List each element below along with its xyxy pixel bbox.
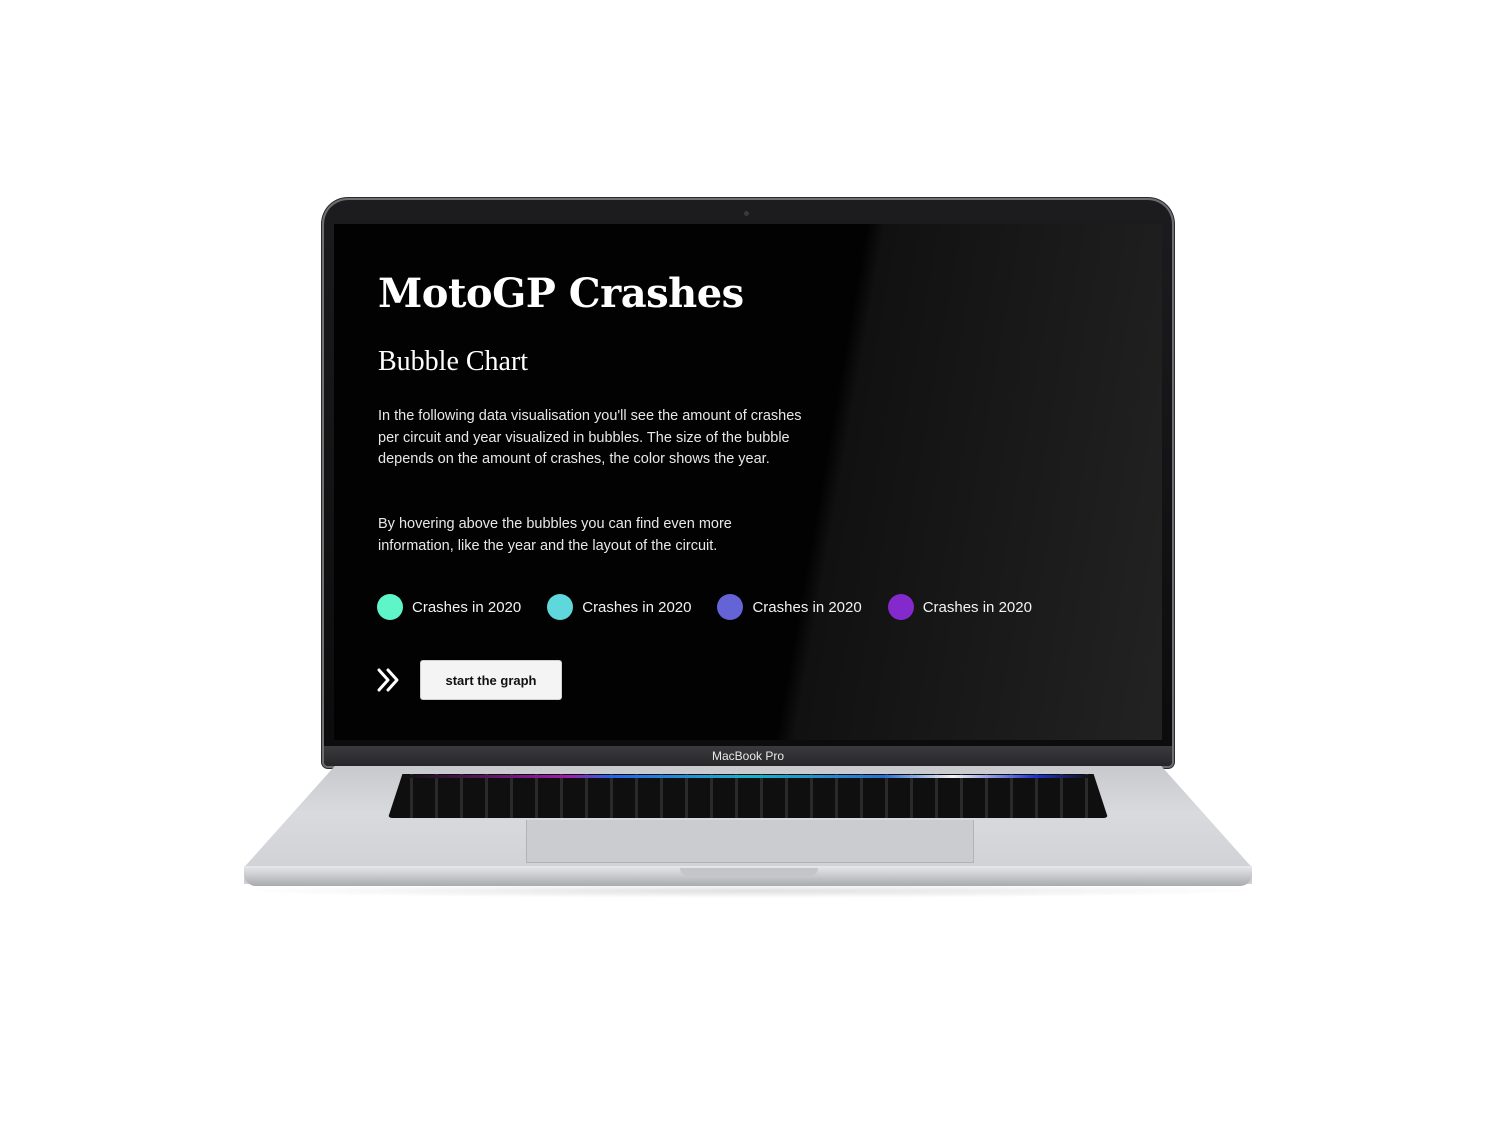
legend-item: Crashes in 2020 [547, 594, 691, 620]
laptop-lid: MotoGP Crashes Bubble Chart In the follo… [324, 200, 1172, 766]
legend-dot [887, 594, 914, 620]
legend-label: Crashes in 2020 [752, 598, 862, 616]
legend-dot [547, 594, 574, 620]
color-legend: Crashes in 2020 Crashes in 2020 Crashes … [377, 594, 1032, 620]
start-graph-button[interactable]: start the graph [420, 660, 562, 700]
keyboard [388, 774, 1108, 818]
legend-dot [377, 594, 403, 620]
legend-label: Crashes in 2020 [582, 598, 692, 616]
start-graph-row: start the graph [376, 660, 562, 700]
laptop-shadow [230, 884, 1270, 898]
camera [744, 211, 749, 216]
intro-paragraph: In the following data visualisation you'… [378, 408, 802, 467]
trackpad [526, 820, 974, 863]
double-chevron-right-icon[interactable] [376, 667, 402, 693]
legend-label: Crashes in 2020 [922, 598, 1032, 616]
legend-dot [717, 594, 744, 620]
lid-opening-notch [680, 868, 818, 876]
hover-info-paragraph: By hovering above the bubbles you can fi… [378, 516, 732, 554]
legend-label: Crashes in 2020 [412, 598, 522, 616]
legend-item: Crashes in 2020 [377, 594, 521, 620]
legend-item: Crashes in 2020 [717, 594, 862, 620]
legend-item: Crashes in 2020 [887, 594, 1032, 620]
page-subtitle: Bubble Chart [378, 346, 529, 377]
touch-bar [404, 775, 1090, 778]
page-title: MotoGP Crashes [378, 270, 744, 317]
laptop-screen: MotoGP Crashes Bubble Chart In the follo… [334, 224, 1162, 740]
laptop-model-label: MacBook Pro [324, 746, 1172, 766]
